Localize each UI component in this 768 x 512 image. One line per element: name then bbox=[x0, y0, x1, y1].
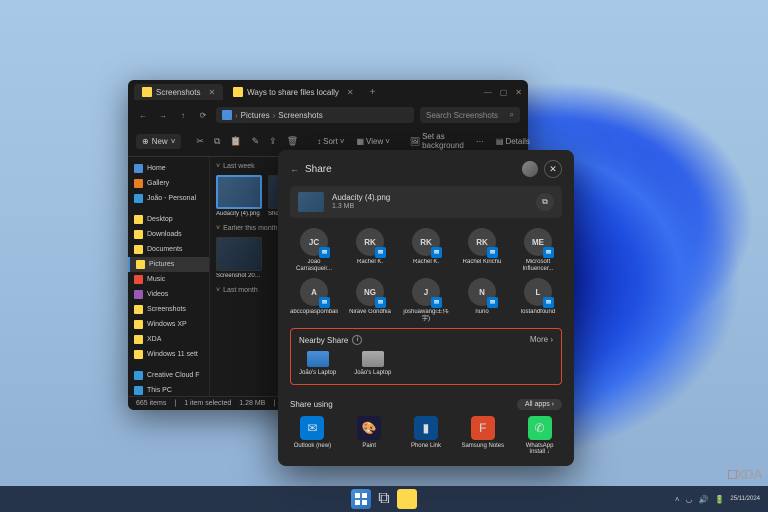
info-icon[interactable]: i bbox=[352, 335, 362, 345]
up-button[interactable]: ↑ bbox=[176, 111, 190, 120]
tray-chevron-icon[interactable]: ˄ bbox=[675, 495, 680, 504]
sidebar-item-pictures[interactable]: Pictures bbox=[128, 257, 209, 272]
tab-ways-to-share[interactable]: Ways to share files locally✕ bbox=[225, 84, 361, 100]
sidebar-item-personal[interactable]: João - Personal bbox=[128, 191, 209, 206]
details-button[interactable]: ▤ Details bbox=[492, 135, 534, 148]
back-button[interactable]: ← bbox=[136, 111, 150, 120]
search-input[interactable]: Search Screenshots⌕ bbox=[420, 107, 520, 123]
new-button[interactable]: ⊕ New ˅ bbox=[136, 134, 181, 149]
titlebar: Screenshots✕ Ways to share files locally… bbox=[128, 80, 528, 104]
sidebar-item-windows-xp[interactable]: Windows XP bbox=[128, 317, 209, 332]
taskbar: ⧉ ˄ ◡ 🔊 🔋 25/11/2024 bbox=[0, 486, 768, 512]
sort-button[interactable]: ↕ Sort ˅ bbox=[313, 135, 348, 148]
wifi-icon[interactable]: ◡ bbox=[685, 495, 692, 504]
search-icon: ⌕ bbox=[510, 110, 514, 120]
sidebar-item-desktop[interactable]: Desktop bbox=[128, 212, 209, 227]
share-app[interactable]: ▮Phone Link bbox=[404, 416, 449, 456]
new-tab-button[interactable]: + bbox=[364, 87, 382, 98]
all-apps-button[interactable]: All apps › bbox=[517, 399, 562, 410]
sidebar-item-documents[interactable]: Documents bbox=[128, 242, 209, 257]
tab-screenshots[interactable]: Screenshots✕ bbox=[134, 84, 223, 100]
volume-icon[interactable]: 🔊 bbox=[698, 495, 708, 504]
file-item[interactable]: Audacity (4).png bbox=[216, 175, 262, 217]
sidebar-item-screenshots[interactable]: Screenshots bbox=[128, 302, 209, 317]
contact-item[interactable]: N✉nuno bbox=[458, 278, 506, 322]
set-background-button[interactable]: 🖼 Set as background bbox=[406, 130, 468, 152]
copy-button[interactable]: ⧉ bbox=[536, 193, 554, 211]
cut-button[interactable]: ✂ bbox=[193, 136, 207, 147]
sidebar-item-creative-cloud[interactable]: Creative Cloud F bbox=[128, 368, 209, 383]
copy-button[interactable]: ⧉ bbox=[211, 136, 223, 147]
contact-item[interactable]: RK✉Rachel Kirichu bbox=[458, 228, 506, 272]
refresh-button[interactable]: ⟳ bbox=[196, 111, 210, 120]
back-icon[interactable]: ← bbox=[290, 164, 299, 174]
clock-date[interactable]: 25/11/2024 bbox=[730, 496, 760, 502]
sidebar-item-music[interactable]: Music bbox=[128, 272, 209, 287]
contact-item[interactable]: NG✉Nirave Gondhia bbox=[346, 278, 394, 322]
nearby-share-section: Nearby Sharei More › João's LaptopJoão's… bbox=[290, 328, 562, 385]
contact-item[interactable]: RK✉Rachel K. bbox=[402, 228, 450, 272]
rename-button[interactable]: ✎ bbox=[249, 136, 263, 147]
close-icon[interactable]: ✕ bbox=[208, 88, 215, 97]
share-file-card: Audacity (4).png 1.3 MB ⧉ bbox=[290, 186, 562, 218]
sidebar-item-windows11[interactable]: Windows 11 sett bbox=[128, 347, 209, 362]
nearby-device[interactable]: João's Laptop bbox=[354, 351, 391, 376]
contacts-row: A✉abccopiaspombal@gmail.c...NG✉Nirave Go… bbox=[290, 278, 562, 322]
contact-item[interactable]: A✉abccopiaspombal@gmail.c... bbox=[290, 278, 338, 322]
contact-item[interactable]: RK✉Rachel K. bbox=[346, 228, 394, 272]
close-button[interactable]: ✕ bbox=[544, 160, 562, 178]
maximize-button[interactable]: ▢ bbox=[500, 88, 508, 97]
close-icon[interactable]: ✕ bbox=[347, 88, 354, 97]
battery-icon[interactable]: 🔋 bbox=[714, 495, 724, 504]
sidebar-item-gallery[interactable]: Gallery bbox=[128, 176, 209, 191]
explorer-taskbar-icon[interactable] bbox=[397, 489, 417, 509]
file-item[interactable]: Screenshot 2024-11-14 154013.png bbox=[216, 237, 262, 279]
folder-icon bbox=[142, 87, 152, 97]
contact-item[interactable]: ME✉Microsoft Influencer... bbox=[514, 228, 562, 272]
address-bar: ← → ↑ ⟳ › Pictures› Screenshots Search S… bbox=[128, 104, 528, 126]
share-app[interactable]: ✉Outlook (new) bbox=[290, 416, 335, 456]
minimize-button[interactable]: — bbox=[484, 88, 492, 97]
delete-button[interactable]: 🗑 bbox=[284, 136, 301, 147]
contact-item[interactable]: L✉lostandfound bbox=[514, 278, 562, 322]
contact-item[interactable]: J✉joshuawangi王伟宇) bbox=[402, 278, 450, 322]
forward-button[interactable]: → bbox=[156, 111, 170, 120]
share-title: Share bbox=[305, 164, 516, 175]
more-button[interactable]: ⋯ bbox=[472, 135, 488, 148]
file-thumbnail bbox=[298, 192, 324, 212]
taskview-button[interactable]: ⧉ bbox=[374, 489, 394, 509]
sidebar-item-home[interactable]: Home bbox=[128, 161, 209, 176]
share-using-section: Share usingAll apps › ✉Outlook (new)🎨Pai… bbox=[290, 399, 562, 456]
contacts-row: JC✉João Carrasqueir...RK✉Rachel K.RK✉Rac… bbox=[290, 228, 562, 272]
sidebar-item-videos[interactable]: Videos bbox=[128, 287, 209, 302]
share-dialog: ← Share ✕ Audacity (4).png 1.3 MB ⧉ JC✉J… bbox=[278, 150, 574, 466]
more-button[interactable]: More › bbox=[530, 335, 553, 344]
breadcrumb[interactable]: › Pictures› Screenshots bbox=[216, 107, 414, 123]
nearby-device[interactable]: João's Laptop bbox=[299, 351, 336, 376]
paste-button[interactable]: 📋 bbox=[227, 136, 244, 147]
watermark: □XDA bbox=[728, 466, 762, 482]
share-app[interactable]: ✆WhatsApp Install ↓ bbox=[517, 416, 562, 456]
close-button[interactable]: ✕ bbox=[515, 88, 522, 97]
sidebar-item-downloads[interactable]: Downloads bbox=[128, 227, 209, 242]
folder-icon bbox=[233, 87, 243, 97]
sidebar-item-xda[interactable]: XDA bbox=[128, 332, 209, 347]
sidebar-item-this-pc[interactable]: This PC bbox=[128, 383, 209, 396]
user-avatar[interactable] bbox=[522, 161, 538, 177]
contact-item[interactable]: JC✉João Carrasqueir... bbox=[290, 228, 338, 272]
share-button[interactable]: ⇪ bbox=[266, 136, 280, 147]
view-button[interactable]: ▦ View ˅ bbox=[352, 135, 393, 148]
share-app[interactable]: 🎨Paint bbox=[347, 416, 392, 456]
sidebar: Home Gallery João - Personal Desktop Dow… bbox=[128, 157, 210, 396]
share-app[interactable]: FSamsung Notes bbox=[460, 416, 505, 456]
home-icon bbox=[222, 110, 232, 120]
start-button[interactable] bbox=[351, 489, 371, 509]
